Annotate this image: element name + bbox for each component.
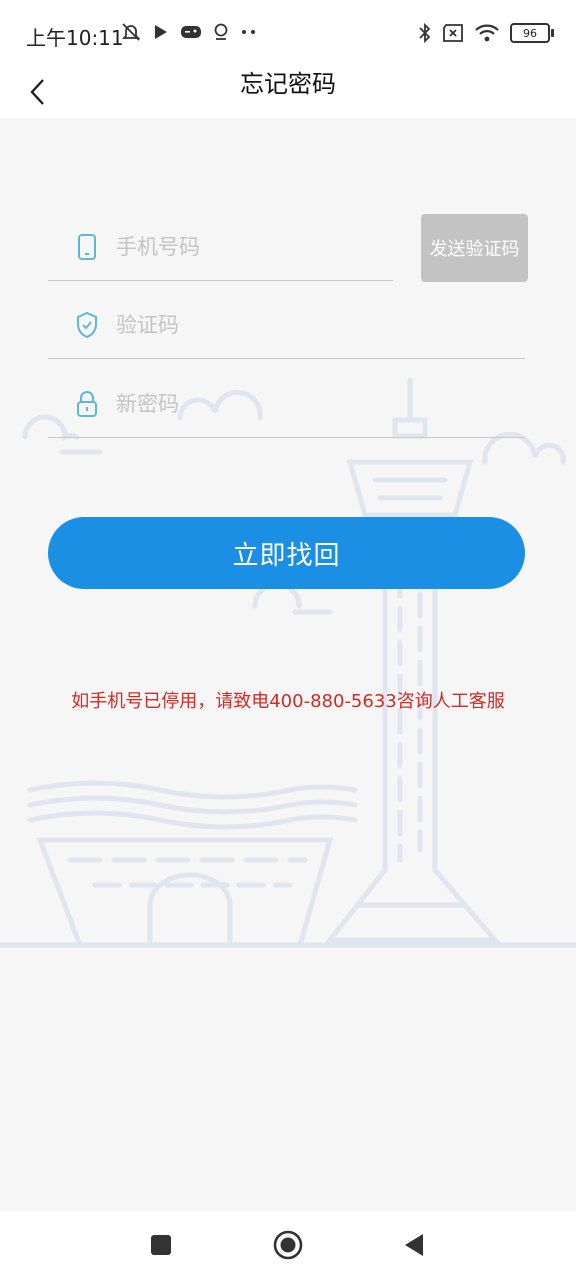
wifi-icon: [475, 24, 499, 42]
header: 忘记密码: [0, 66, 576, 118]
support-hint: 如手机号已停用，请致电400-880-5633咨询人工客服: [71, 691, 505, 712]
page-title: 忘记密码: [240, 70, 336, 98]
battery-indicator: 96: [510, 23, 554, 43]
game-icon: [181, 26, 201, 38]
back-arrow-icon: [30, 79, 44, 105]
password-input[interactable]: [114, 391, 358, 417]
nav-back-icon: [405, 1234, 423, 1256]
nav-home-button[interactable]: [270, 1227, 306, 1263]
nav-recents-button[interactable]: [143, 1227, 179, 1263]
mute-icon: [121, 23, 141, 41]
phone-field: [48, 214, 393, 281]
status-icons-left: [120, 22, 258, 42]
status-bar: 上午10:11 96: [0, 0, 576, 66]
app-icon: [155, 25, 167, 39]
phone-input[interactable]: [114, 234, 358, 260]
nav-home-icon: [273, 1230, 303, 1260]
nav-square-icon: [151, 1235, 171, 1255]
status-time: 上午10:11: [26, 26, 124, 50]
background-illustration: [0, 377, 576, 948]
location-icon: [214, 23, 228, 40]
no-sim-icon: [443, 24, 463, 42]
status-icons-right: 96: [418, 22, 554, 44]
submit-button[interactable]: 立即找回: [48, 517, 525, 589]
more-dots-icon: [242, 30, 255, 34]
code-field: [48, 292, 525, 359]
nav-back-button[interactable]: [396, 1227, 432, 1263]
send-code-button[interactable]: 发送验证码: [421, 214, 528, 282]
system-nav-bar: [0, 1211, 576, 1280]
back-button[interactable]: [16, 70, 60, 114]
code-input[interactable]: [114, 312, 358, 338]
password-field: [48, 371, 525, 438]
shield-check-icon: [74, 310, 100, 340]
bluetooth-icon: [419, 22, 431, 44]
phone-icon: [74, 232, 100, 262]
lock-icon: [74, 389, 100, 419]
